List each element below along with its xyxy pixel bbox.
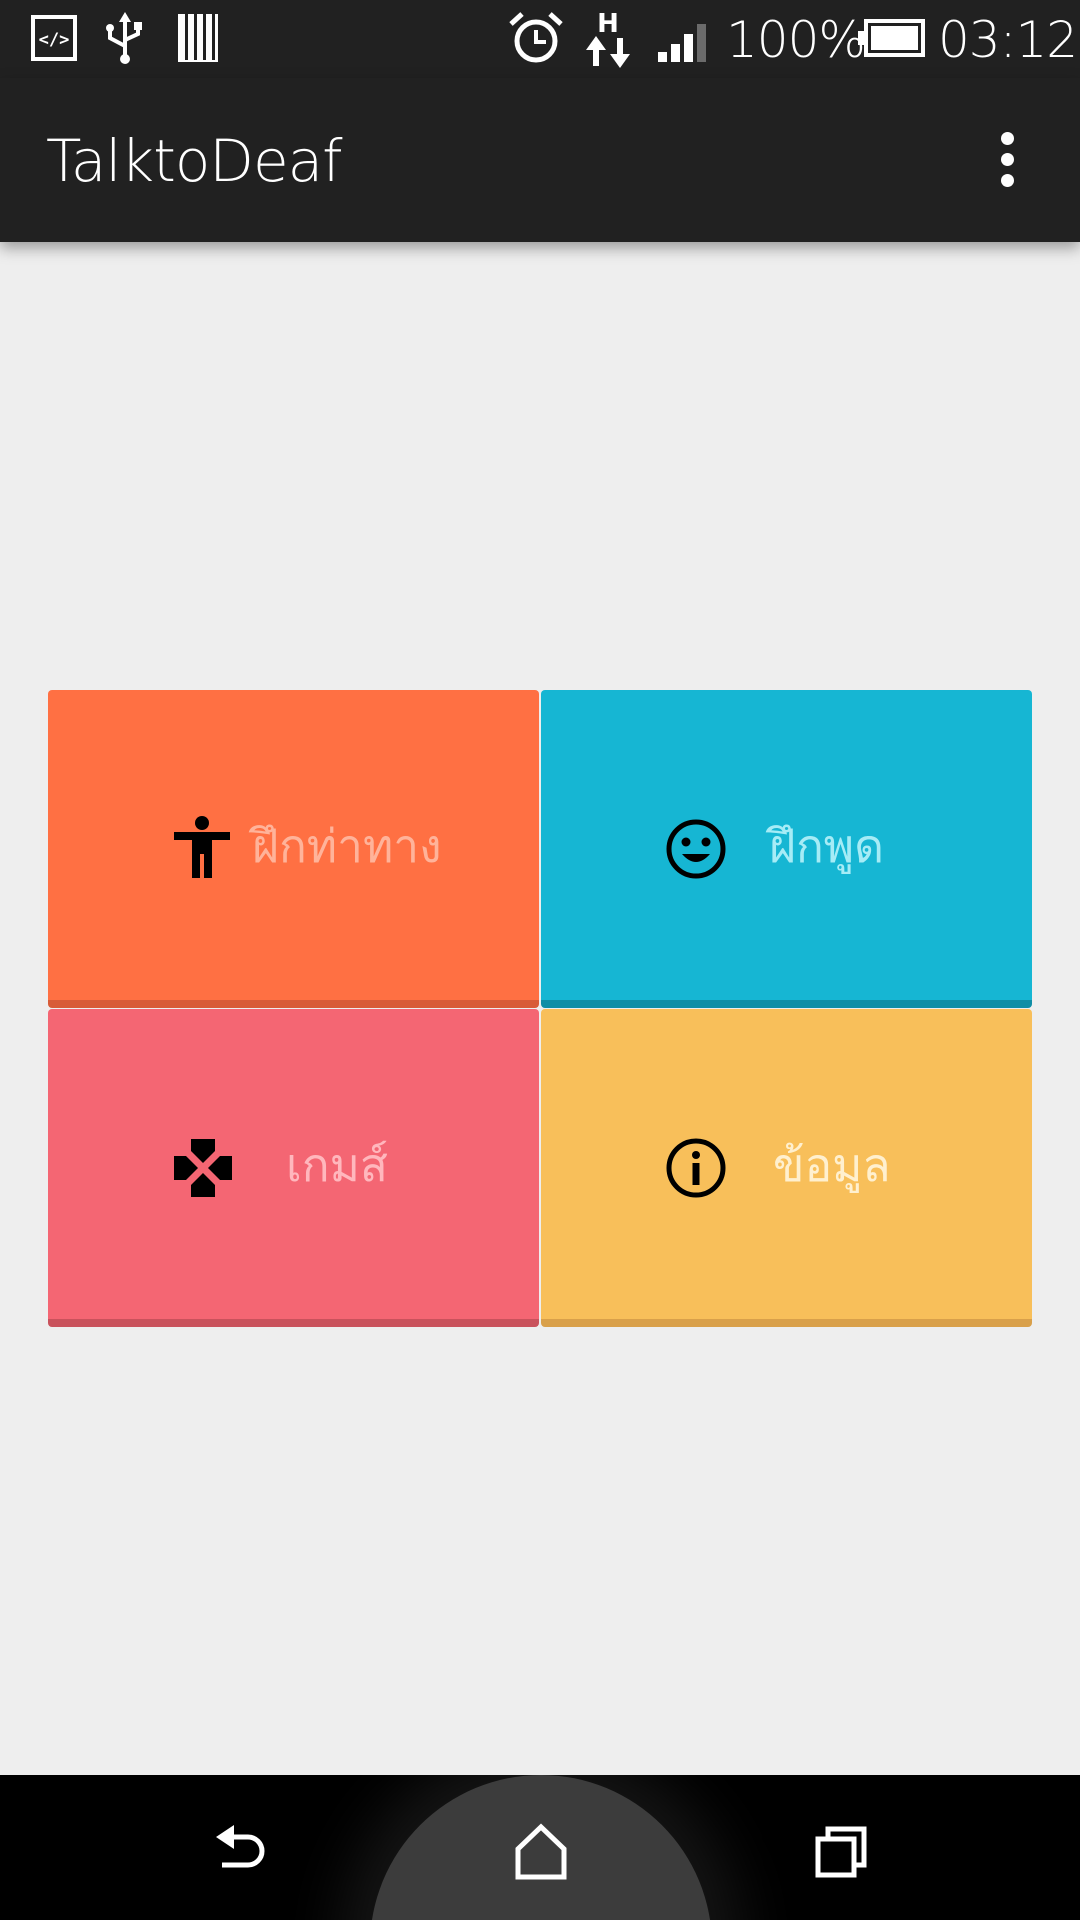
overflow-menu-icon[interactable] (986, 130, 1030, 190)
navigation-bar (0, 1775, 1080, 1920)
clock: 03:12 (938, 11, 1078, 69)
code-icon: </> (30, 14, 78, 66)
tile-games[interactable]: เกมส์ (48, 1009, 539, 1327)
gamepad-icon (172, 1137, 234, 1203)
tile-practice-speech[interactable]: ฝึกพูด (541, 690, 1032, 1008)
tile-practice-gesture[interactable]: ฝึกท่าทาง (48, 690, 539, 1008)
battery-percent: 100% (726, 11, 866, 69)
recents-icon[interactable] (806, 1815, 876, 1885)
svg-text:H: H (597, 9, 619, 39)
app-title: TalktoDeaf (46, 127, 343, 195)
info-icon (665, 1137, 727, 1203)
tile-label: ฝึกท่าทาง (252, 819, 442, 873)
tile-label: เกมส์ (286, 1138, 388, 1192)
sd-storage-icon (176, 12, 220, 68)
alarm-icon (508, 10, 564, 70)
hspa-data-icon: H (584, 6, 632, 76)
tile-label: ฝึกพูด (769, 819, 884, 873)
svg-text:</>: </> (39, 30, 70, 50)
smiley-icon (665, 818, 727, 884)
accessibility-icon (174, 816, 230, 882)
home-icon[interactable] (506, 1815, 576, 1885)
status-bar: </> H 100% 03:12 (0, 0, 1080, 78)
signal-icon (656, 18, 714, 68)
battery-icon (856, 18, 926, 62)
app-bar: TalktoDeaf (0, 78, 1080, 242)
tile-information[interactable]: ข้อมูล (541, 1009, 1032, 1327)
tile-label: ข้อมูล (773, 1138, 891, 1192)
usb-icon (102, 10, 148, 70)
back-icon[interactable] (206, 1815, 276, 1885)
